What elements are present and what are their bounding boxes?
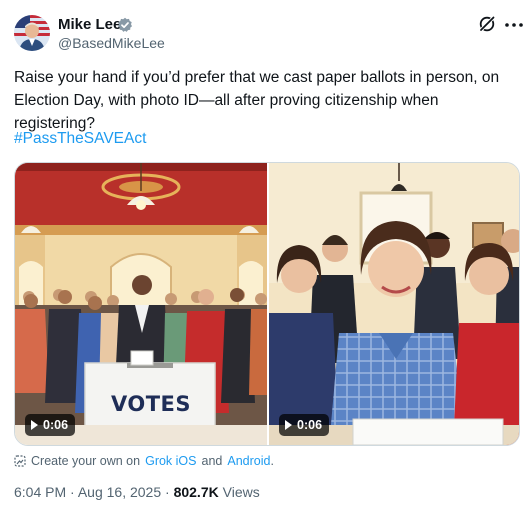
video-duration: 0:06 [297, 418, 323, 432]
video-duration-badge: 0:06 [279, 414, 330, 436]
tweet-meta: 6:04 PM · Aug 16, 2025 · 802.7K Views [14, 484, 260, 500]
author-handle[interactable]: @BasedMikeLee [58, 35, 165, 51]
more-icon[interactable] [504, 17, 524, 33]
verified-badge-icon [117, 17, 133, 33]
video-thumbnail-left[interactable]: VOTES [15, 163, 267, 445]
promo-suffix: . [270, 454, 274, 468]
author-name[interactable]: Mike Lee [58, 16, 121, 33]
promo-middle: and [201, 454, 223, 468]
tweet-text: Raise your hand if you’d prefer that we … [14, 69, 500, 132]
separator-dot: · [165, 484, 170, 500]
tweet-time[interactable]: 6:04 PM [14, 484, 66, 500]
image-edit-icon [14, 455, 26, 467]
video-thumbnail-right[interactable] [269, 163, 519, 445]
promo-prefix: Create your own on [31, 454, 141, 468]
tweet-date[interactable]: Aug 16, 2025 [78, 484, 161, 500]
play-icon [285, 420, 292, 430]
views-count: 802.7K [173, 484, 219, 500]
media-grid: VOTES 0:06 0:06 [14, 162, 520, 446]
views-label: Views [222, 484, 260, 500]
grok-icon[interactable] [477, 14, 497, 34]
separator-dot: · [70, 484, 75, 500]
android-link[interactable]: Android [227, 454, 270, 468]
hashtag-link[interactable]: #PassTheSAVEAct [14, 130, 146, 148]
grok-ios-link[interactable]: Grok iOS [145, 454, 196, 468]
play-icon [31, 420, 38, 430]
ballot-box-label: VOTES [110, 392, 192, 416]
grok-promo: Create your own on Grok iOS and Android. [14, 454, 274, 468]
video-duration: 0:06 [43, 418, 69, 432]
avatar[interactable] [14, 15, 50, 51]
video-duration-badge: 0:06 [25, 414, 76, 436]
